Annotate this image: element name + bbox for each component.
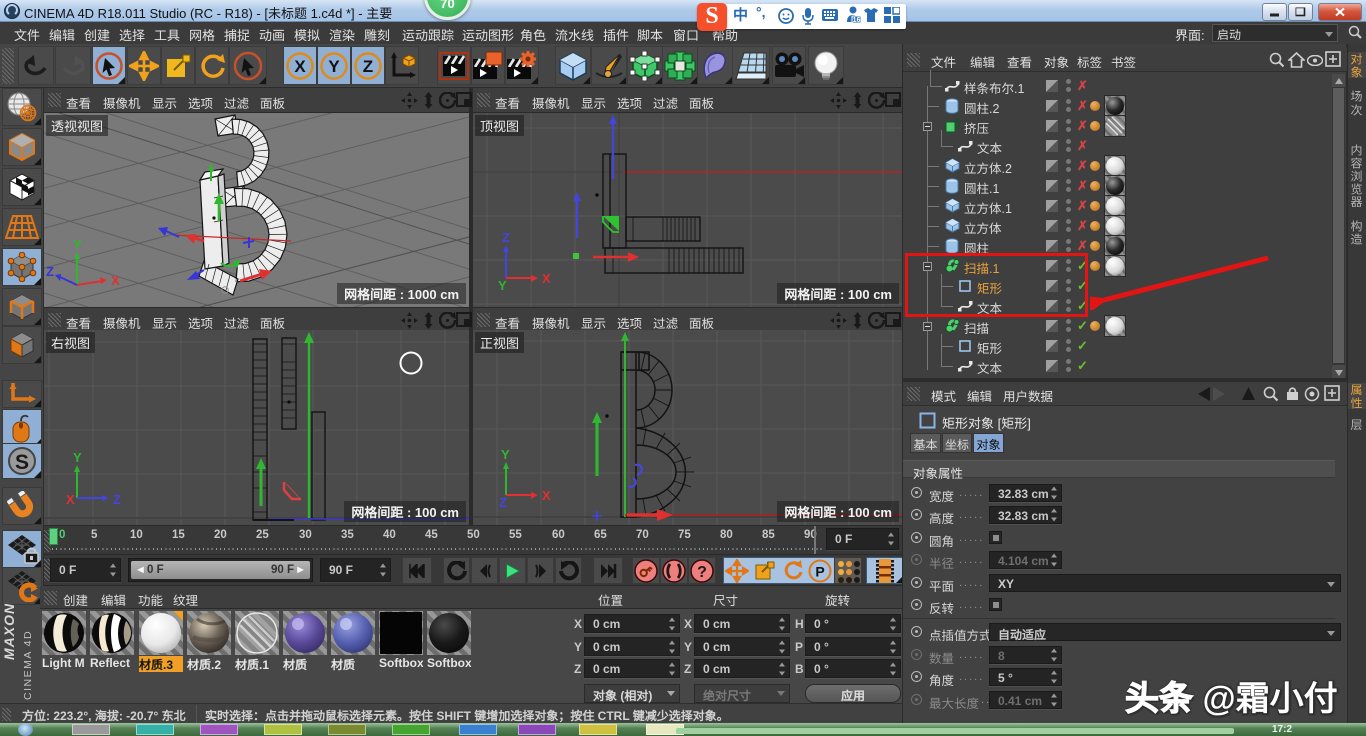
svg-text:Y: Y <box>501 447 510 462</box>
svg-text:Z: Z <box>502 230 510 245</box>
svg-text:X: X <box>294 57 306 76</box>
svg-text:Y: Y <box>498 278 507 293</box>
svg-text:?: ? <box>697 564 707 581</box>
svg-text:Y: Y <box>73 237 82 252</box>
svg-text:Z: Z <box>46 264 54 279</box>
svg-text:P: P <box>815 563 824 579</box>
svg-text:MAXON: MAXON <box>1 604 17 660</box>
svg-text:X: X <box>111 273 120 288</box>
svg-text:16: 16 <box>853 17 861 24</box>
svg-text:Z: Z <box>499 495 507 510</box>
svg-text:X: X <box>542 271 551 286</box>
svg-text:Y: Y <box>73 450 82 465</box>
svg-text:X: X <box>66 492 75 507</box>
svg-text:CINEMA 4D: CINEMA 4D <box>22 630 34 700</box>
svg-text:Y: Y <box>328 57 340 76</box>
svg-text:X: X <box>542 488 551 503</box>
svg-text:S: S <box>15 451 29 474</box>
svg-text:Z: Z <box>363 57 373 76</box>
svg-text:Z: Z <box>113 492 121 507</box>
